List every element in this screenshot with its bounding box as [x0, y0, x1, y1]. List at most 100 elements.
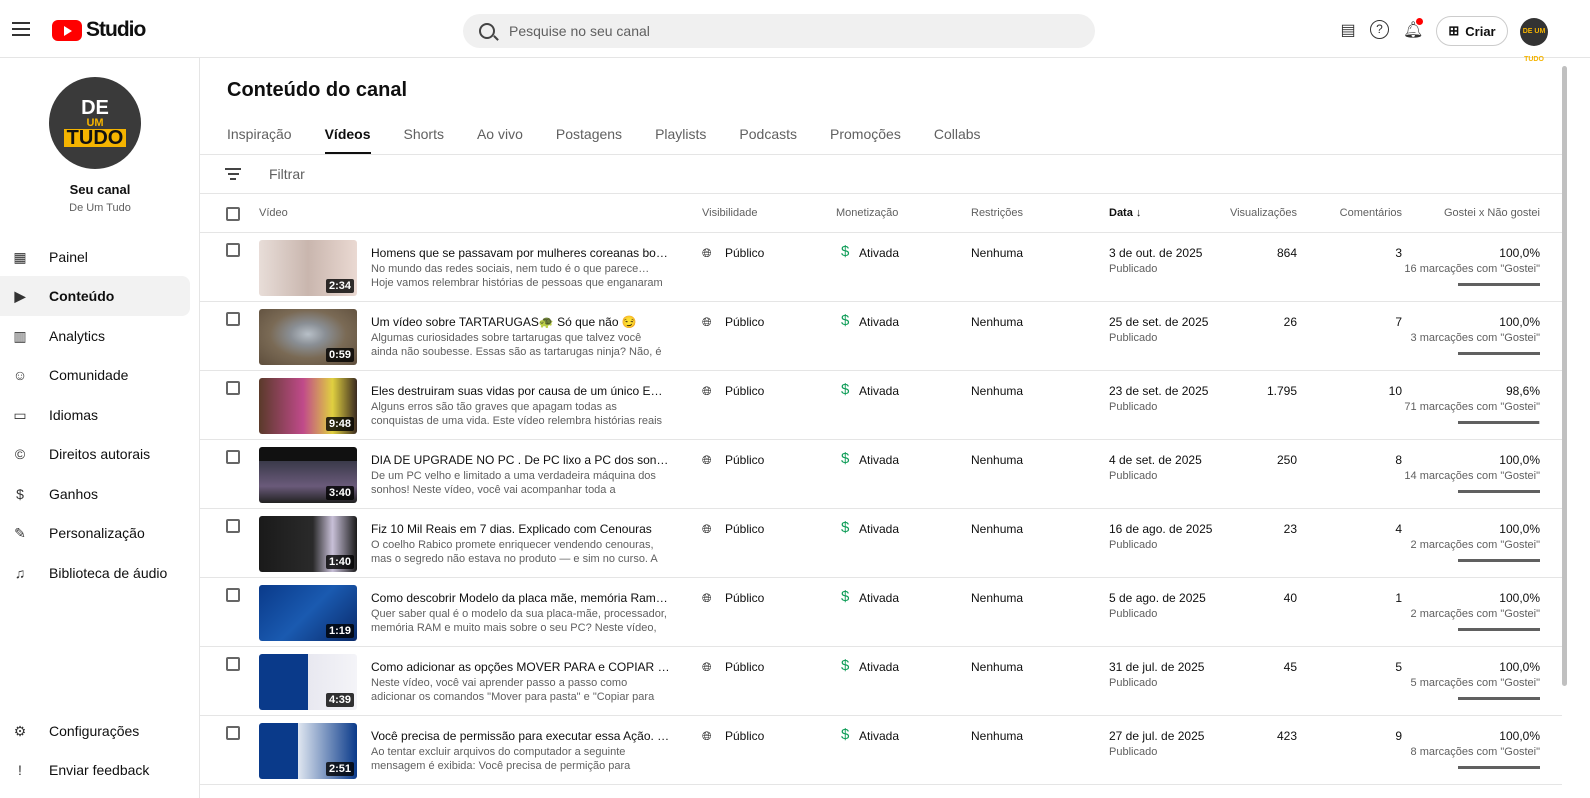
search-bar[interactable]	[463, 14, 1095, 48]
sidebar: DE UM TUDO Seu canal De Um Tudo ▦ Painel ▶ Co…	[0, 58, 200, 798]
video-title[interactable]: Homens que se passavam por mulheres core…	[371, 246, 671, 260]
table-row[interactable]: 1:40 Fiz 10 Mil Reais em 7 dias. Explica…	[200, 509, 1562, 578]
sidebar-item-8[interactable]: ♫ Biblioteca de áudio	[0, 553, 190, 593]
row-checkbox[interactable]	[226, 726, 240, 740]
monetization-value[interactable]: Ativada	[859, 660, 899, 674]
monetization-value[interactable]: Ativada	[859, 384, 899, 398]
column-date-sorted[interactable]: Data ↓	[1109, 207, 1141, 219]
row-checkbox[interactable]	[226, 588, 240, 602]
sidebar-item-5[interactable]: © Direitos autorais	[0, 434, 190, 474]
table-row[interactable]: 2:34 Homens que se passavam por mulheres…	[200, 233, 1562, 302]
column-visibility[interactable]: Visibilidade	[702, 207, 757, 219]
sidebar-item-2[interactable]: ▥ Analytics	[0, 316, 190, 356]
video-thumbnail[interactable]: 4:39	[259, 654, 357, 710]
table-row[interactable]: 1:19 Como descobrir Modelo da placa mãe,…	[200, 578, 1562, 647]
table-row[interactable]: 4:39 Como adicionar as opções MOVER PARA…	[200, 647, 1562, 716]
row-checkbox[interactable]	[226, 519, 240, 533]
filter-icon[interactable]	[225, 168, 241, 180]
tab-2[interactable]: Shorts	[404, 126, 444, 154]
notifications-icon[interactable]: 🔔︎	[1403, 18, 1423, 40]
column-restrictions[interactable]: Restrições	[971, 207, 1023, 219]
video-title[interactable]: Como descobrir Modelo da placa mãe, memó…	[371, 591, 671, 605]
visibility-value[interactable]: Público	[725, 384, 764, 398]
sidebar-item-1[interactable]: ▶ Conteúdo	[0, 276, 190, 316]
row-checkbox[interactable]	[226, 243, 240, 257]
video-thumbnail[interactable]: 2:51	[259, 723, 357, 779]
video-title[interactable]: Fiz 10 Mil Reais em 7 dias. Explicado co…	[371, 522, 671, 536]
video-title[interactable]: Eles destruiram suas vidas por causa de …	[371, 384, 671, 398]
column-comments[interactable]: Comentários	[1340, 207, 1402, 219]
studio-logo[interactable]: Studio	[52, 18, 146, 42]
column-likes[interactable]: Gostei x Não gostei	[1444, 207, 1540, 219]
nav-1-icon: ▶	[14, 287, 26, 304]
table-row[interactable]: 2:51 Você precisa de permissão para exec…	[200, 716, 1562, 785]
video-description: Quer saber qual é o modelo da sua placa-…	[371, 608, 667, 634]
video-title[interactable]: Um vídeo sobre TARTARUGAS🐢 Só que não 😏	[371, 315, 671, 329]
select-all-checkbox[interactable]	[226, 207, 240, 221]
row-checkbox[interactable]	[226, 657, 240, 671]
visibility-value[interactable]: Público	[725, 729, 764, 743]
video-thumbnail[interactable]: 1:19	[259, 585, 357, 641]
tab-3[interactable]: Ao vivo	[477, 126, 523, 154]
video-thumbnail[interactable]: 1:40	[259, 516, 357, 572]
video-title[interactable]: DIA DE UPGRADE NO PC . De PC lixo a PC d…	[371, 453, 671, 467]
monetization-value[interactable]: Ativada	[859, 246, 899, 260]
video-title[interactable]: Você precisa de permissão para executar …	[371, 729, 671, 743]
account-avatar[interactable]: DE UM TUDO	[1520, 18, 1548, 63]
visibility-value[interactable]: Público	[725, 315, 764, 329]
video-title[interactable]: Como adicionar as opções MOVER PARA e CO…	[371, 660, 671, 674]
sidebar-item-4[interactable]: ▭ Idiomas	[0, 395, 190, 435]
filter-input[interactable]: Filtrar	[269, 166, 305, 182]
visibility-value[interactable]: Público	[725, 660, 764, 674]
tab-5[interactable]: Playlists	[655, 126, 706, 154]
create-button[interactable]: ⊞ Criar	[1436, 16, 1508, 46]
monetization-value[interactable]: Ativada	[859, 591, 899, 605]
row-checkbox[interactable]	[226, 381, 240, 395]
column-monetization[interactable]: Monetização	[836, 207, 898, 219]
scrollbar[interactable]	[1562, 66, 1567, 686]
visibility-value[interactable]: Público	[725, 246, 764, 260]
tab-8[interactable]: Collabs	[934, 126, 981, 154]
tab-7[interactable]: Promoções	[830, 126, 901, 154]
likes-percent: 98,6%	[1505, 384, 1540, 398]
monetization-value[interactable]: Ativada	[859, 453, 899, 467]
likes-count: 14 marcações com "Gostei"	[1404, 470, 1540, 482]
video-thumbnail[interactable]: 9:48	[259, 378, 357, 434]
sidebar-item-0[interactable]: ▦ Painel	[0, 237, 190, 277]
video-thumbnail[interactable]: 2:34	[259, 240, 357, 296]
sidebar-item-3[interactable]: ☺ Comunidade	[0, 355, 190, 395]
video-thumbnail[interactable]: 3:40	[259, 447, 357, 503]
row-checkbox[interactable]	[226, 312, 240, 326]
sidebar-item-7[interactable]: ✎ Personalização	[0, 513, 190, 553]
channel-name: De Um Tudo	[69, 202, 131, 214]
column-views[interactable]: Visualizações	[1230, 207, 1297, 219]
content-tabs: Inspiração Vídeos Shorts Ao vivo Postagens Pl…	[227, 126, 981, 154]
monetization-value[interactable]: Ativada	[859, 729, 899, 743]
table-row[interactable]: 0:59 Um vídeo sobre TARTARUGAS🐢 Só que n…	[200, 302, 1562, 371]
monetization-value[interactable]: Ativada	[859, 315, 899, 329]
captions-icon[interactable]: ▤	[1338, 20, 1358, 40]
row-checkbox[interactable]	[226, 450, 240, 464]
help-icon[interactable]: ?	[1370, 20, 1389, 39]
visibility-value[interactable]: Público	[725, 453, 764, 467]
menu-icon[interactable]	[12, 22, 30, 36]
sidebar-bottom-item-1[interactable]: ! Enviar feedback	[0, 750, 190, 790]
tab-4[interactable]: Postagens	[556, 126, 622, 154]
visibility-value[interactable]: Público	[725, 522, 764, 536]
date-value: 4 de set. de 2025	[1109, 453, 1202, 467]
table-row[interactable]: 3:40 DIA DE UPGRADE NO PC . De PC lixo a…	[200, 440, 1562, 509]
visibility-value[interactable]: Público	[725, 591, 764, 605]
video-thumbnail[interactable]: 0:59	[259, 309, 357, 365]
tab-6[interactable]: Podcasts	[739, 126, 797, 154]
likes-ratio-bar	[1458, 421, 1540, 424]
channel-avatar[interactable]: DE UM TUDO	[49, 77, 141, 169]
sidebar-item-6[interactable]: $ Ganhos	[0, 474, 190, 514]
search-icon	[479, 23, 495, 39]
tab-0[interactable]: Inspiração	[227, 126, 292, 154]
sidebar-bottom-item-0[interactable]: ⚙ Configurações	[0, 711, 190, 751]
status-value: Publicado	[1109, 263, 1158, 275]
monetization-value[interactable]: Ativada	[859, 522, 899, 536]
table-row[interactable]: 9:48 Eles destruiram suas vidas por caus…	[200, 371, 1562, 440]
tab-1[interactable]: Vídeos	[324, 126, 371, 154]
search-input[interactable]	[509, 23, 1049, 39]
